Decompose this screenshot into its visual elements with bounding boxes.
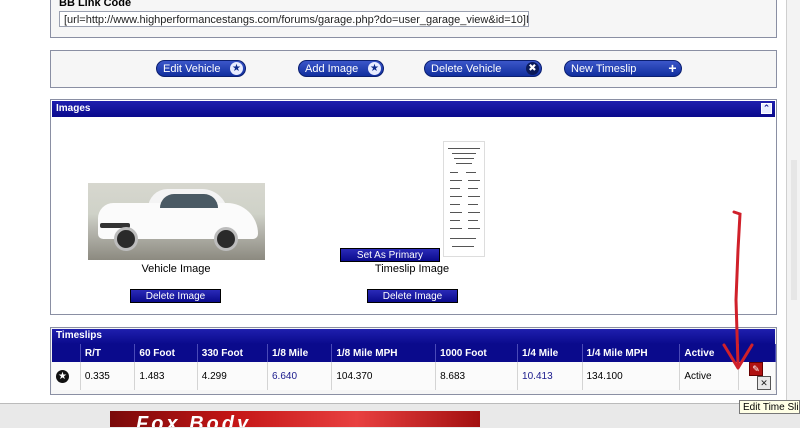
- images-panel-header: Images: [52, 101, 775, 117]
- new-timeslip-label: New Timeslip: [571, 63, 637, 75]
- collapse-icon[interactable]: ⌃: [761, 103, 772, 114]
- column-header: [738, 344, 776, 362]
- column-header: 60 Foot: [134, 344, 198, 362]
- column-header: R/T: [80, 344, 136, 362]
- timeslips-panel-title: Timeslips: [56, 330, 102, 341]
- column-header: [52, 344, 81, 362]
- star-icon: ★: [230, 62, 243, 75]
- bb-code-panel: BB Link Code [url=http://www.highperform…: [50, 0, 777, 38]
- column-header: 1000 Foot: [435, 344, 519, 362]
- banner-text: Fox Body: [136, 413, 252, 427]
- vehicle-image-caption: Vehicle Image: [141, 263, 211, 275]
- edit-timeslip-tooltip: Edit Time Slip: [739, 400, 800, 414]
- edit-timeslip-icon[interactable]: ✎: [749, 362, 763, 376]
- timeslip-image-caption: Timeslip Image: [374, 263, 450, 275]
- bb-code-field[interactable]: [url=http://www.highperformancestangs.co…: [59, 11, 529, 27]
- banner-image: Fox Body: [110, 411, 480, 427]
- column-header: 330 Foot: [197, 344, 269, 362]
- timeslip-image[interactable]: [443, 141, 485, 257]
- column-header: 1/8 Mile: [267, 344, 333, 362]
- quarter-mph-cell: 134.100: [582, 362, 681, 390]
- active-cell: Active: [679, 362, 739, 390]
- timeslips-panel-header: Timeslips: [52, 329, 775, 344]
- delete-vehicle-label: Delete Vehicle: [431, 63, 502, 75]
- eighth-mile-cell: 6.640: [267, 362, 333, 390]
- delete-vehicle-button[interactable]: Delete Vehicle ✖: [424, 60, 542, 77]
- column-header: 1/4 Mile: [517, 344, 583, 362]
- vertical-scrollbar[interactable]: [786, 0, 800, 427]
- delete-timeslip-image-button[interactable]: Delete Image: [367, 289, 458, 303]
- add-image-label: Add Image: [305, 63, 359, 75]
- ft1000-cell: 8.683: [435, 362, 519, 390]
- x-icon: ✖: [526, 62, 539, 75]
- eighth-mph-cell: 104.370: [331, 362, 437, 390]
- set-as-primary-button[interactable]: Set As Primary: [340, 248, 440, 262]
- table-row: ★ 0.335 1.483 4.299 6.640 104.370 8.683 …: [52, 362, 776, 390]
- table-header-row: R/T 60 Foot 330 Foot 1/8 Mile 1/8 Mile M…: [52, 344, 776, 362]
- vehicle-image[interactable]: [88, 183, 265, 260]
- ft60-cell: 1.483: [134, 362, 198, 390]
- edit-vehicle-button[interactable]: Edit Vehicle ★: [156, 60, 246, 77]
- images-panel-title: Images: [56, 103, 91, 114]
- delete-timeslip-icon[interactable]: ✕: [757, 376, 771, 390]
- plus-icon: +: [668, 60, 677, 76]
- rt-cell: 0.335: [80, 362, 136, 390]
- new-timeslip-button[interactable]: New Timeslip +: [564, 60, 682, 77]
- column-header: Active: [679, 344, 739, 362]
- star-icon: ★: [368, 62, 381, 75]
- column-header: 1/8 Mile MPH: [331, 344, 437, 362]
- delete-vehicle-image-button[interactable]: Delete Image: [130, 289, 221, 303]
- bb-code-label: BB Link Code: [59, 0, 132, 9]
- timeslips-table: R/T 60 Foot 330 Foot 1/8 Mile 1/8 Mile M…: [52, 344, 776, 390]
- scrollbar-thumb[interactable]: [791, 160, 797, 300]
- column-header: 1/4 Mile MPH: [582, 344, 681, 362]
- quarter-mile-cell: 10.413: [517, 362, 583, 390]
- star-icon[interactable]: ★: [56, 369, 69, 383]
- ft330-cell: 4.299: [197, 362, 269, 390]
- edit-vehicle-label: Edit Vehicle: [163, 63, 221, 75]
- add-image-button[interactable]: Add Image ★: [298, 60, 384, 77]
